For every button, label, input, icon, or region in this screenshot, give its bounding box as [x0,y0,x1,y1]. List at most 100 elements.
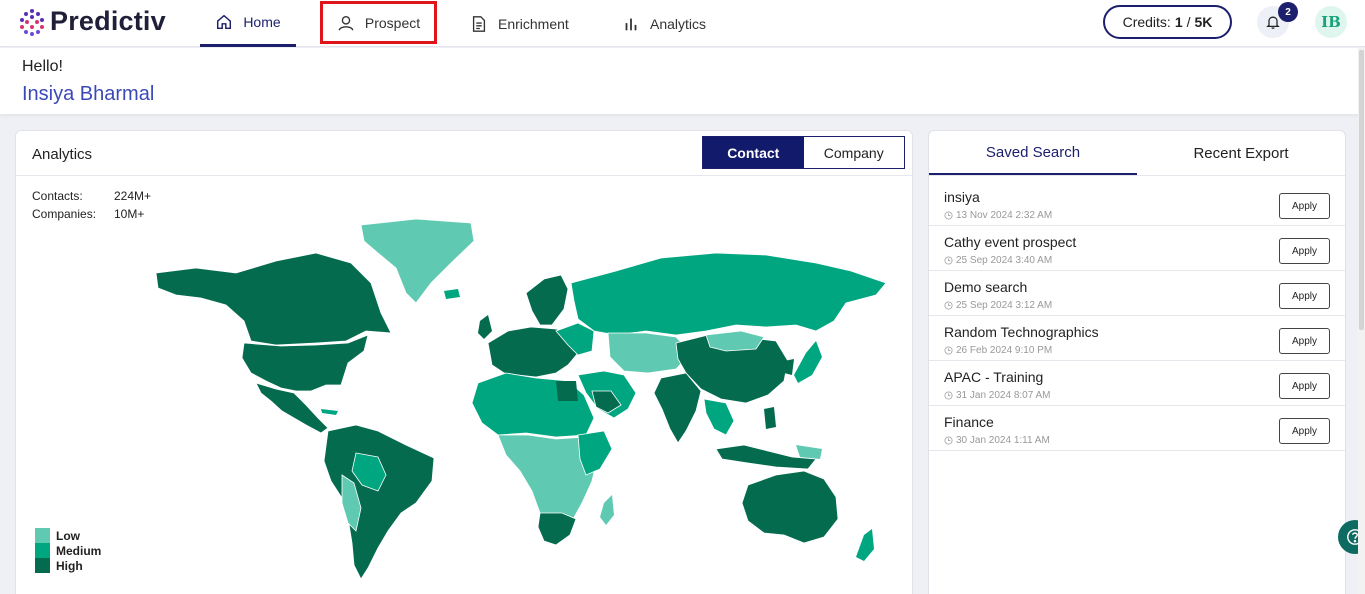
legend-low: Low [35,528,101,543]
apply-button[interactable]: Apply [1279,193,1330,219]
list-item[interactable]: Demo search 25 Sep 2024 3:12 AM Apply [929,271,1345,316]
tab-saved-search[interactable]: Saved Search [929,131,1137,175]
stat-companies-label: Companies: [32,207,97,221]
notification-badge: 2 [1278,2,1298,22]
apply-button[interactable]: Apply [1279,373,1330,399]
map-region-australia[interactable] [741,470,839,544]
list-item[interactable]: Cathy event prospect 25 Sep 2024 3:40 AM A… [929,226,1345,271]
clock-icon [944,346,953,355]
map-region-east-africa[interactable] [577,430,613,476]
nav-prospect[interactable]: Prospect [320,1,437,44]
clock-icon [944,391,953,400]
apply-button[interactable]: Apply [1279,238,1330,264]
apply-button[interactable]: Apply [1279,418,1330,444]
saved-search-list: insiya 13 Nov 2024 2:32 AM Apply Cathy even… [929,181,1345,451]
saved-search-date: 30 Jan 2024 1:11 AM [944,435,1050,446]
list-item[interactable]: Finance 30 Jan 2024 1:11 AM Apply [929,406,1345,451]
saved-search-date: 25 Sep 2024 3:40 AM [944,255,1052,266]
credits-label: Credits: [1122,14,1171,30]
saved-search-name: Random Technographics [944,324,1099,340]
legend-low-swatch [35,528,50,543]
saved-panel-tabs: Saved Search Recent Export [929,131,1345,176]
saved-search-date: 31 Jan 2024 8:07 AM [944,390,1051,401]
page-scrollbar-thumb[interactable] [1359,50,1364,330]
user-avatar[interactable]: IB [1315,6,1347,38]
clock-icon [944,256,953,265]
map-region-madagascar[interactable] [600,495,614,525]
greeting-user-name: Insiya Bharmal [22,83,155,105]
map-region-caribbean[interactable] [321,409,338,415]
world-map[interactable] [116,213,906,585]
map-region-russia[interactable] [570,252,887,336]
apply-button[interactable]: Apply [1279,328,1330,354]
greeting-banner: Hello! Insiya Bharmal [0,48,1365,114]
clock-icon [944,436,953,445]
saved-search-panel: Saved Search Recent Export insiya 13 Nov … [928,130,1346,594]
saved-search-date-text: 25 Sep 2024 3:40 AM [956,255,1053,266]
tab-recent-export[interactable]: Recent Export [1137,131,1345,175]
map-region-south-africa[interactable] [537,512,577,546]
map-region-south-america[interactable] [323,424,435,580]
contact-company-toggle: Contact Company [702,136,905,169]
toggle-contact-button[interactable]: Contact [703,137,804,168]
saved-search-name: Cathy event prospect [944,234,1077,250]
clock-icon [944,211,953,220]
map-region-new-guinea[interactable] [796,445,822,459]
list-item[interactable]: insiya 13 Nov 2024 2:32 AM Apply [929,181,1345,226]
map-region-japan[interactable] [794,341,822,383]
apply-button[interactable]: Apply [1279,283,1330,309]
home-icon [217,14,232,30]
toggle-company-button[interactable]: Company [803,137,904,168]
legend-high: High [35,558,101,573]
saved-search-date-text: 26 Feb 2024 9:10 PM [956,345,1053,356]
logo-text: Predictiv [50,6,166,36]
document-icon [472,15,486,32]
greeting-hello: Hello! [22,58,63,75]
map-region-uk[interactable] [478,315,492,339]
stat-contacts: Contacts: 224M+ [32,187,151,205]
stat-contacts-value: 224M+ [114,189,152,203]
panel-divider [16,175,912,176]
saved-search-name: Finance [944,414,994,430]
analytics-title: Analytics [32,146,93,163]
top-navigation-bar: Predictiv Home Prospect Enrichment Analy… [0,0,1365,47]
map-region-egypt[interactable] [556,381,578,401]
map-region-mongolia[interactable] [705,330,765,352]
saved-search-name: APAC - Training [944,369,1044,385]
map-region-korea[interactable] [784,359,794,375]
map-legend: Low Medium High [35,528,101,573]
credits-total: 5K [1194,14,1213,30]
list-item[interactable]: APAC - Training 31 Jan 2024 8:07 AM Apply [929,361,1345,406]
nav-enrichment-label: Enrichment [498,15,569,32]
saved-search-date: 13 Nov 2024 2:32 AM [944,210,1052,221]
credits-pill[interactable]: Credits: 1 / 5K [1103,5,1232,39]
nav-home[interactable]: Home [200,0,296,47]
predictiv-logo[interactable]: Predictiv [18,6,166,37]
map-region-scandinavia[interactable] [525,274,569,326]
nav-prospect-label: Prospect [364,14,421,31]
map-region-southeast-asia[interactable] [703,398,735,436]
nav-home-label: Home [243,14,281,30]
legend-medium: Medium [35,543,101,558]
map-region-iceland[interactable] [444,289,460,299]
saved-search-date-text: 13 Nov 2024 2:32 AM [956,210,1053,221]
saved-search-name: Demo search [944,279,1028,295]
map-region-canada[interactable] [155,252,392,346]
user-icon [338,15,354,31]
credits-separator: / [1186,14,1191,30]
legend-medium-label: Medium [56,543,102,558]
saved-search-date-text: 30 Jan 2024 1:11 AM [956,435,1050,446]
legend-high-label: High [56,558,83,573]
nav-enrichment[interactable]: Enrichment [470,0,569,47]
bar-chart-icon [625,18,637,30]
credits-used: 1 [1174,14,1183,30]
list-item[interactable]: Random Technographics 26 Feb 2024 9:10 PM… [929,316,1345,361]
map-region-new-zealand[interactable] [856,529,874,561]
nav-analytics-label: Analytics [650,15,707,32]
legend-medium-swatch [35,543,50,558]
map-region-india[interactable] [653,372,702,444]
stat-contacts-label: Contacts: [32,189,83,203]
map-region-philippines[interactable] [764,407,776,429]
legend-high-swatch [35,558,50,573]
nav-analytics[interactable]: Analytics [622,0,706,47]
